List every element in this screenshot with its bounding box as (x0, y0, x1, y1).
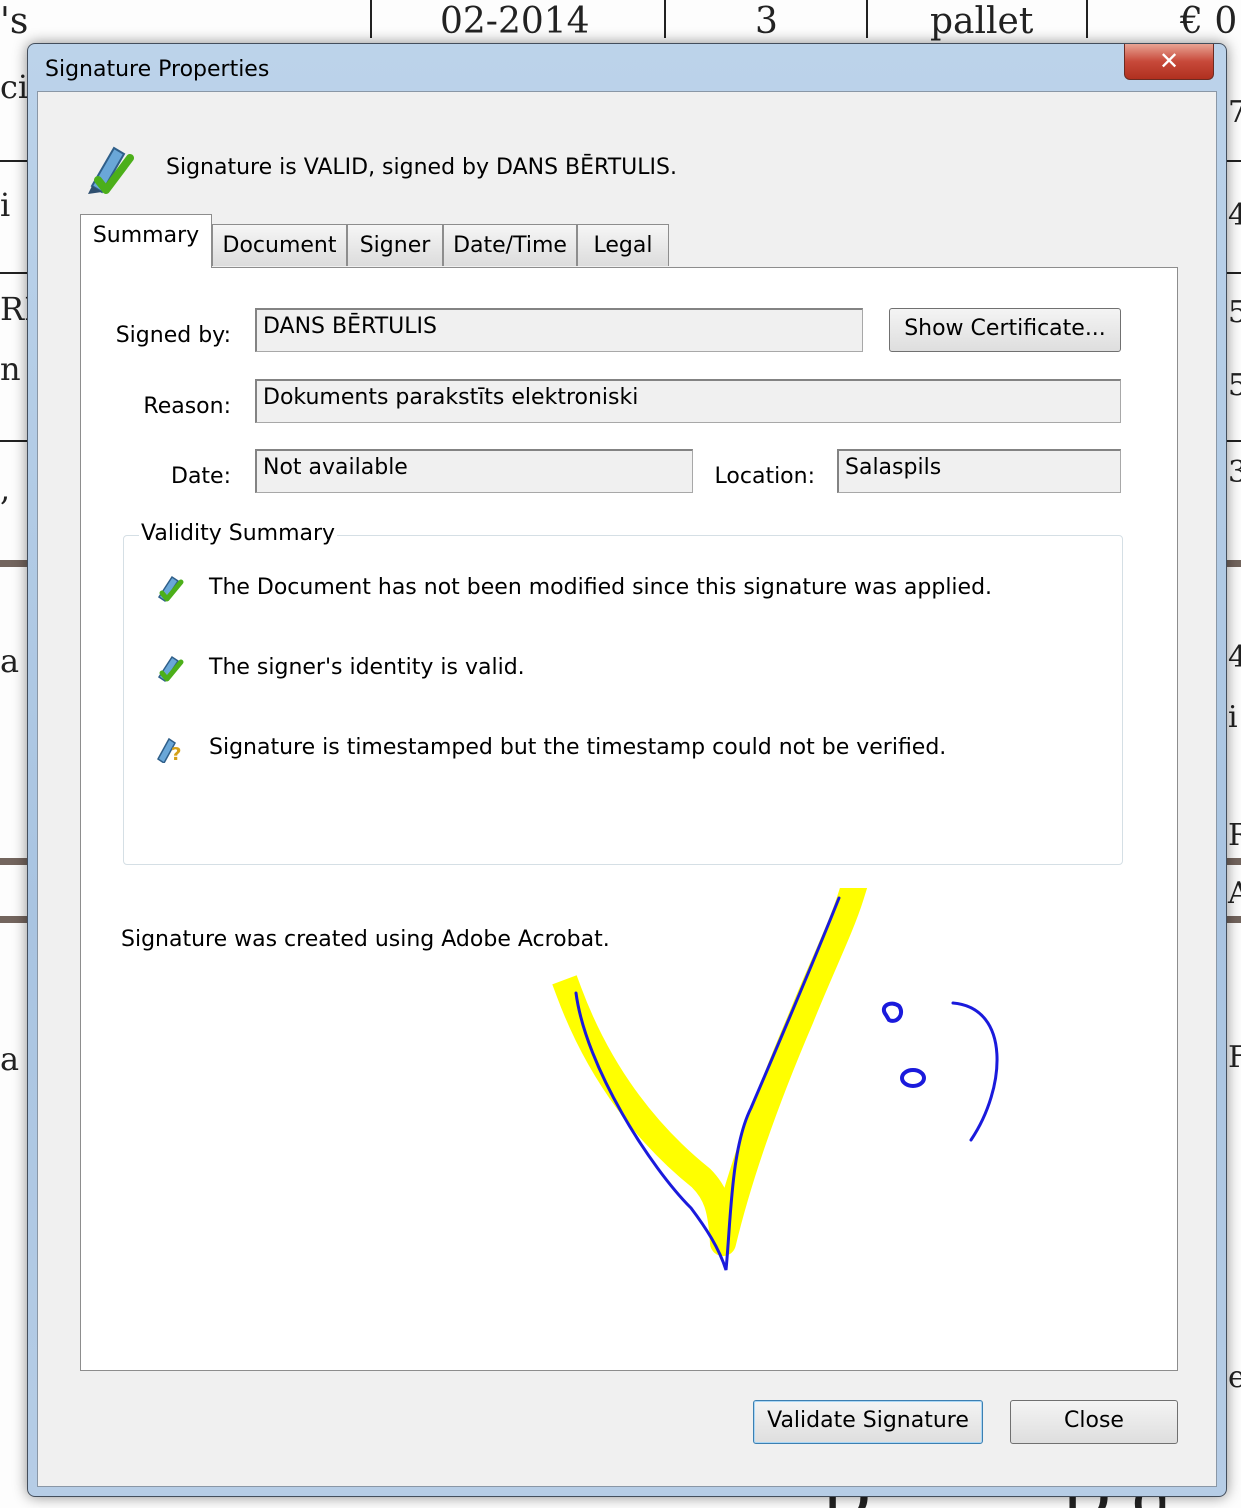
bg-divider (664, 0, 666, 38)
bg-fragment: a (0, 1040, 20, 1078)
unknown-pen-icon: ? (157, 737, 181, 763)
bg-fragment: 4 (1228, 198, 1241, 233)
bg-cell: 3 (755, 1, 778, 42)
tab-date-time[interactable]: Date/Time (443, 224, 577, 266)
valid-signature-pen-icon (88, 146, 134, 194)
date-label: Date: (171, 464, 231, 489)
date-field[interactable]: Not available (255, 449, 693, 493)
bg-fragment: R (1228, 818, 1241, 853)
svg-text:?: ? (171, 744, 181, 763)
tab-legal[interactable]: Legal (577, 224, 669, 266)
window-close-button[interactable]: ✕ (1124, 44, 1214, 80)
bg-fragment: ci (0, 68, 29, 106)
creator-text: Signature was created using Adobe Acroba… (121, 927, 610, 952)
bg-fragment: 5 (1228, 295, 1241, 330)
valid-pen-icon (157, 655, 184, 683)
tab-signer[interactable]: Signer (347, 224, 443, 266)
signature-status-text: Signature is VALID, signed by DANS BĒRTU… (166, 155, 677, 180)
validity-item-text: Signature is timestamped but the timesta… (209, 735, 947, 760)
signature-properties-dialog: Signature Properties ✕ Signature is VALI… (27, 43, 1227, 1497)
reason-field[interactable]: Dokuments parakstīts elektroniski (255, 379, 1121, 423)
signed-by-field[interactable]: DANS BĒRTULIS (255, 308, 863, 352)
bg-fragment: i (0, 186, 11, 224)
bg-cell: 's (0, 1, 29, 42)
signed-by-label: Signed by: (115, 323, 231, 348)
tab-document[interactable]: Document (212, 224, 347, 266)
handwritten-checkmark-signature (552, 888, 999, 1271)
close-button[interactable]: Close (1010, 1400, 1178, 1444)
bg-fragment: 5 (1228, 368, 1241, 403)
bg-fragment: A (1228, 876, 1241, 911)
bg-fragment: e (1228, 1360, 1241, 1395)
bg-divider (1086, 0, 1088, 38)
window-title: Signature Properties (45, 57, 270, 82)
bg-fragment: 4 (1228, 640, 1241, 675)
close-icon: ✕ (1158, 47, 1180, 75)
location-label: Location: (714, 464, 815, 489)
bg-fragment: , (0, 470, 11, 508)
bg-fragment: a (0, 642, 20, 680)
bg-fragment: 7 (1228, 95, 1241, 130)
validity-item-text: The signer's identity is valid. (209, 655, 525, 680)
bg-divider (866, 0, 868, 38)
summary-panel: Signed by: DANS BĒRTULIS Show Certificat… (80, 267, 1178, 1371)
bg-cell: € 0 (1180, 1, 1238, 42)
bg-divider (370, 0, 372, 38)
bg-fragment: 3 (1228, 455, 1241, 490)
bg-cell: 02-2014 (440, 1, 590, 42)
location-field[interactable]: Salaspils (837, 449, 1121, 493)
reason-label: Reason: (143, 394, 231, 419)
bg-fragment: F (1228, 1040, 1241, 1075)
bg-fragment: i (1228, 700, 1238, 735)
show-certificate-button[interactable]: Show Certificate... (889, 308, 1121, 352)
bg-fragment: n (0, 350, 21, 388)
tab-summary[interactable]: Summary (80, 214, 212, 268)
validity-summary-title: Validity Summary (139, 521, 338, 546)
bg-cell: pallet (930, 1, 1034, 42)
dialog-client-area: Signature is VALID, signed by DANS BĒRTU… (37, 91, 1217, 1487)
validate-signature-button[interactable]: Validate Signature (753, 1400, 983, 1444)
validity-item-text: The Document has not been modified since… (209, 575, 993, 600)
valid-pen-icon (157, 575, 184, 603)
